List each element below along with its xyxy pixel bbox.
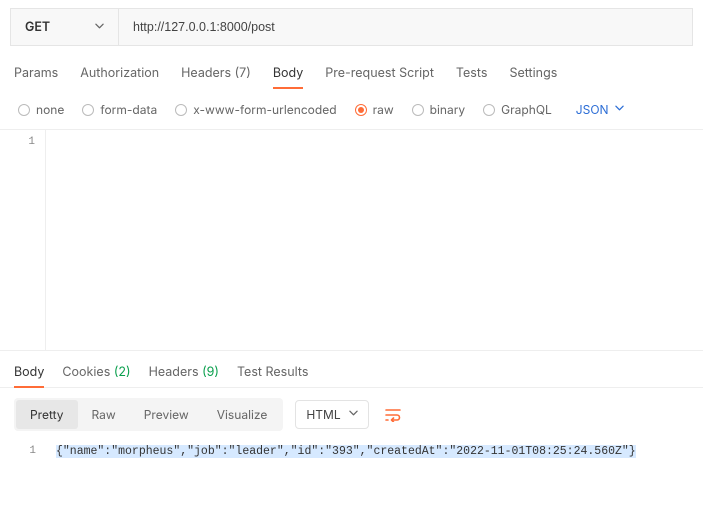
body-type-row: none form-data x-www-form-urlencoded raw… bbox=[0, 88, 703, 129]
view-preview[interactable]: Preview bbox=[130, 400, 203, 429]
response-tab-body[interactable]: Body bbox=[14, 361, 44, 387]
radio-binary[interactable]: binary bbox=[412, 102, 466, 117]
response-text: {"name":"morpheus","job":"leader","id":"… bbox=[56, 445, 636, 458]
url-input[interactable] bbox=[119, 9, 692, 45]
radio-none[interactable]: none bbox=[18, 102, 64, 117]
radio-binary-label: binary bbox=[430, 102, 466, 117]
tab-body[interactable]: Body bbox=[273, 60, 303, 88]
response-tab-cookies[interactable]: Cookies (2) bbox=[62, 361, 130, 387]
editor-gutter: 1 bbox=[0, 439, 46, 464]
request-bar: GET bbox=[10, 8, 693, 46]
body-format-label: JSON bbox=[576, 102, 609, 117]
response-tab-cookies-label: Cookies bbox=[62, 365, 110, 380]
radio-none-label: none bbox=[36, 102, 64, 117]
response-view-bar: Pretty Raw Preview Visualize HTML bbox=[0, 387, 703, 439]
chevron-down-icon bbox=[615, 105, 624, 114]
view-visualize[interactable]: Visualize bbox=[203, 400, 282, 429]
response-body-editor[interactable]: 1 {"name":"morpheus","job":"leader","id"… bbox=[0, 439, 703, 464]
tab-headers[interactable]: Headers (7) bbox=[181, 60, 251, 88]
radio-dot-icon bbox=[412, 104, 424, 116]
request-tabs: Params Authorization Headers (7) Body Pr… bbox=[0, 60, 703, 88]
editor-gutter: 1 bbox=[0, 130, 46, 350]
radio-dot-icon bbox=[355, 104, 367, 116]
wrap-lines-icon[interactable] bbox=[381, 403, 405, 427]
editor-content[interactable] bbox=[46, 130, 703, 350]
tab-headers-count: (7) bbox=[235, 66, 251, 81]
radio-xwww[interactable]: x-www-form-urlencoded bbox=[175, 102, 336, 117]
content-type-label: HTML bbox=[306, 407, 340, 422]
http-method-label: GET bbox=[25, 20, 50, 35]
radio-formdata-label: form-data bbox=[100, 102, 157, 117]
tab-authorization[interactable]: Authorization bbox=[80, 60, 159, 88]
tab-params[interactable]: Params bbox=[14, 60, 58, 88]
tab-tests[interactable]: Tests bbox=[456, 60, 488, 88]
response-tab-headers-count: (9) bbox=[202, 365, 219, 380]
response-tab-testresults[interactable]: Test Results bbox=[237, 361, 309, 387]
radio-graphql[interactable]: GraphQL bbox=[483, 102, 552, 117]
tab-prerequest[interactable]: Pre-request Script bbox=[325, 60, 434, 88]
editor-content[interactable]: {"name":"morpheus","job":"leader","id":"… bbox=[46, 439, 703, 464]
response-tab-headers-label: Headers bbox=[149, 365, 199, 380]
content-type-select[interactable]: HTML bbox=[295, 400, 368, 429]
radio-form-data[interactable]: form-data bbox=[82, 102, 157, 117]
view-mode-group: Pretty Raw Preview Visualize bbox=[14, 398, 283, 431]
radio-raw-label: raw bbox=[373, 102, 394, 117]
tab-headers-label: Headers bbox=[181, 66, 231, 81]
tab-settings[interactable]: Settings bbox=[509, 60, 557, 88]
chevron-down-icon bbox=[349, 410, 358, 419]
response-tab-cookies-count: (2) bbox=[114, 365, 131, 380]
view-pretty[interactable]: Pretty bbox=[16, 400, 78, 429]
view-raw[interactable]: Raw bbox=[78, 400, 130, 429]
radio-graphql-label: GraphQL bbox=[501, 102, 552, 117]
response-tab-headers[interactable]: Headers (9) bbox=[149, 361, 219, 387]
radio-dot-icon bbox=[175, 104, 187, 116]
line-number: 1 bbox=[0, 445, 36, 457]
radio-dot-icon bbox=[18, 104, 30, 116]
request-body-editor[interactable]: 1 bbox=[0, 129, 703, 351]
radio-dot-icon bbox=[82, 104, 94, 116]
response-tabs: Body Cookies (2) Headers (9) Test Result… bbox=[0, 351, 703, 387]
body-format-select[interactable]: JSON bbox=[576, 102, 624, 117]
http-method-select[interactable]: GET bbox=[11, 9, 119, 45]
radio-dot-icon bbox=[483, 104, 495, 116]
chevron-down-icon bbox=[95, 23, 104, 32]
radio-raw[interactable]: raw bbox=[355, 102, 394, 117]
line-number: 1 bbox=[0, 136, 35, 148]
radio-xwww-label: x-www-form-urlencoded bbox=[193, 102, 336, 117]
